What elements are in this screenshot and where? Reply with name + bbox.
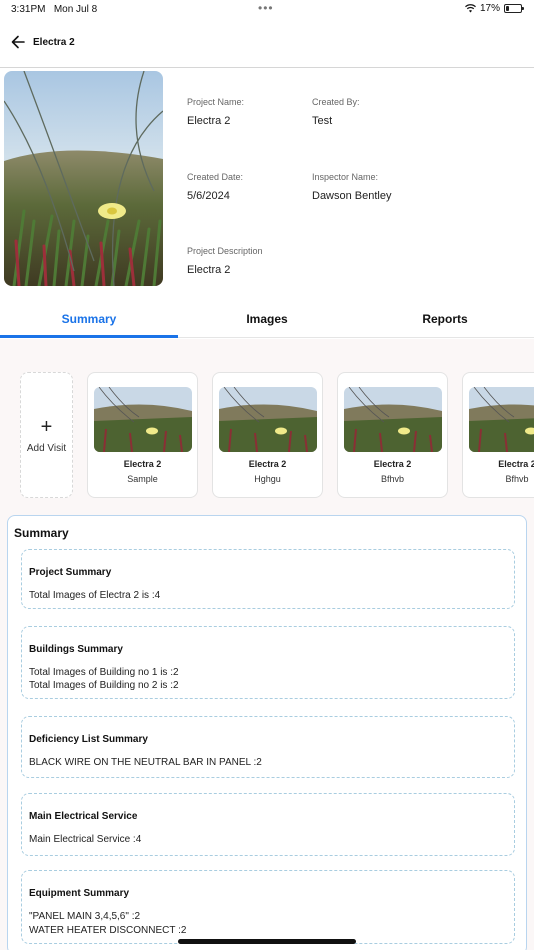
home-indicator[interactable]	[178, 939, 356, 944]
created-by-field: Created By: Test	[312, 97, 360, 127]
visit-thumbnail	[344, 387, 442, 452]
back-button[interactable]	[8, 32, 28, 52]
section-title: Buildings Summary	[29, 644, 123, 655]
project-name-value: Electra 2	[187, 115, 231, 127]
summary-line: Total Images of Building no 2 is :2	[29, 680, 179, 691]
visit-card[interactable]: Electra 2 Sample	[87, 372, 198, 498]
created-by-label: Created By:	[312, 97, 360, 107]
visit-name: Electra 2	[123, 459, 162, 469]
summary-line: WATER HEATER DISCONNECT :2	[29, 925, 187, 936]
section-title: Project Summary	[29, 567, 112, 578]
visit-name: Electra 2	[498, 459, 534, 469]
status-bar: 3:31PM Mon Jul 8 ••• 17%	[0, 0, 534, 20]
visit-thumbnail	[219, 387, 317, 452]
section-title: Deficiency List Summary	[29, 734, 148, 745]
summary-line: "PANEL MAIN 3,4,5,6" :2	[29, 911, 141, 922]
add-visit-button[interactable]: + Add Visit	[20, 372, 73, 498]
arrow-left-icon	[11, 35, 25, 49]
equipment-summary-card: Equipment Summary "PANEL MAIN 3,4,5,6" :…	[21, 870, 515, 944]
status-right: 17%	[465, 3, 524, 14]
project-name-field: Project Name: Electra 2	[187, 97, 244, 127]
visit-subtitle: Bfhvb	[380, 474, 404, 484]
visit-card[interactable]: Electra 2 Bfhvb	[462, 372, 534, 498]
visit-subtitle: Hghgu	[254, 474, 281, 484]
summary-line: Total Images of Building no 1 is :2	[29, 667, 179, 678]
active-tab-indicator	[0, 335, 178, 338]
project-image	[4, 71, 163, 286]
tab-bar: Summary Images Reports	[0, 300, 534, 338]
visit-subtitle: Sample	[127, 474, 158, 484]
summary-panel: Summary Project Summary Total Images of …	[7, 515, 527, 950]
description-field: Project Description Electra 2	[187, 246, 263, 276]
wifi-icon	[465, 4, 476, 13]
inspector-value: Dawson Bentley	[312, 190, 392, 202]
buildings-summary-card: Buildings Summary Total Images of Buildi…	[21, 626, 515, 699]
inspector-label: Inspector Name:	[312, 172, 379, 182]
visit-name: Electra 2	[248, 459, 287, 469]
section-title: Equipment Summary	[29, 888, 130, 899]
visit-thumbnail	[469, 387, 534, 452]
project-name-label: Project Name:	[187, 97, 245, 107]
summary-line: Total Images of Electra 2 is :4	[29, 590, 161, 601]
deficiency-summary-card: Deficiency List Summary BLACK WIRE ON TH…	[21, 716, 515, 778]
visit-card[interactable]: Electra 2 Hghgu	[212, 372, 323, 498]
description-label: Project Description	[187, 246, 263, 256]
created-date-label: Created Date:	[187, 172, 244, 182]
visit-subtitle: Bfhvb	[505, 474, 529, 484]
summary-line: Main Electrical Service :4	[29, 834, 142, 845]
tab-images[interactable]: Images	[178, 300, 356, 338]
visit-card[interactable]: Electra 2 Bfhvb	[337, 372, 448, 498]
visit-name: Electra 2	[373, 459, 412, 469]
summary-title: Summary	[14, 526, 69, 540]
visit-thumbnail	[94, 387, 192, 452]
status-date: Mon Jul 8	[53, 4, 98, 15]
multitask-dots[interactable]: •••	[258, 1, 274, 15]
status-time-text: 3:31PM	[11, 4, 46, 15]
inspector-field: Inspector Name: Dawson Bentley	[312, 172, 392, 202]
add-visit-label: Add Visit	[26, 442, 67, 454]
created-date-value: 5/6/2024	[187, 190, 230, 202]
plus-icon: +	[40, 415, 53, 438]
tab-reports[interactable]: Reports	[356, 300, 534, 338]
status-time: 3:31PM Mon Jul 8	[11, 4, 97, 15]
battery-percent: 17%	[479, 3, 500, 14]
main-electrical-card: Main Electrical Service Main Electrical …	[21, 793, 515, 856]
battery-icon	[504, 4, 524, 13]
created-date-field: Created Date: 5/6/2024	[187, 172, 243, 202]
section-title: Main Electrical Service	[29, 811, 138, 822]
page-title: Electra 2	[33, 37, 75, 48]
nav-bar: Electra 2	[0, 28, 534, 68]
project-summary-card: Project Summary Total Images of Electra …	[21, 549, 515, 609]
tab-summary[interactable]: Summary	[0, 300, 178, 338]
description-value: Electra 2	[187, 264, 231, 276]
summary-line: BLACK WIRE ON THE NEUTRAL BAR IN PANEL :…	[29, 757, 262, 768]
created-by-value: Test	[312, 115, 333, 127]
